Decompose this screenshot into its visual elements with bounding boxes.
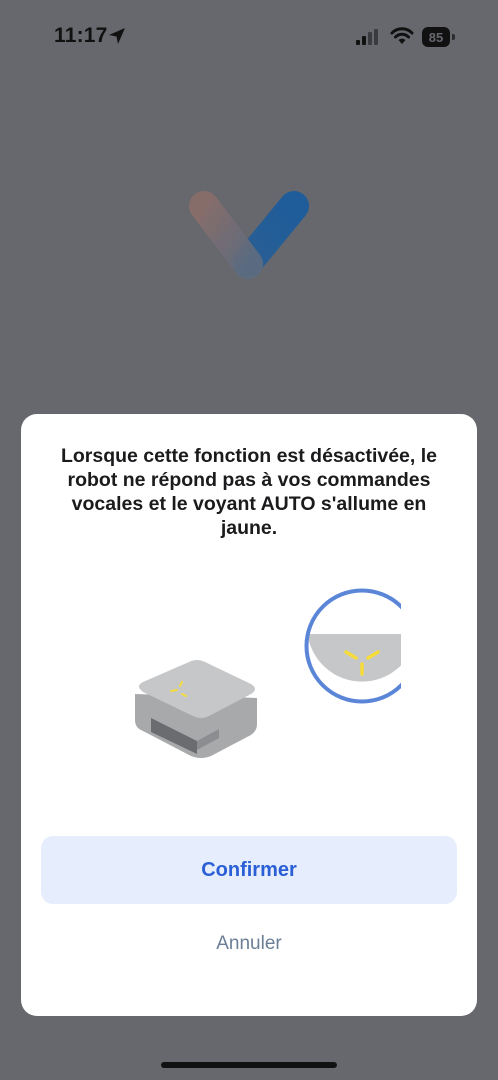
dialog-message: Lorsque cette fonction est désactivée, l… bbox=[60, 445, 438, 539]
confirmation-dialog: Lorsque cette fonction est désactivée, l… bbox=[21, 414, 477, 1016]
status-time: 11:17 bbox=[54, 24, 108, 47]
cellular-signal-icon bbox=[356, 29, 378, 45]
battery-tip bbox=[452, 34, 455, 40]
status-bar: 11:17 85 bbox=[0, 0, 498, 74]
battery-icon: 85 bbox=[422, 27, 456, 47]
home-indicator[interactable] bbox=[161, 1062, 337, 1068]
confirm-button[interactable]: Confirmer bbox=[41, 836, 457, 904]
location-arrow-icon bbox=[109, 28, 125, 44]
app-logo bbox=[189, 191, 309, 345]
wifi-icon bbox=[390, 27, 414, 44]
robot-base-illustration bbox=[135, 588, 401, 758]
cancel-button[interactable]: Annuler bbox=[41, 922, 457, 966]
battery-level: 85 bbox=[422, 27, 450, 47]
